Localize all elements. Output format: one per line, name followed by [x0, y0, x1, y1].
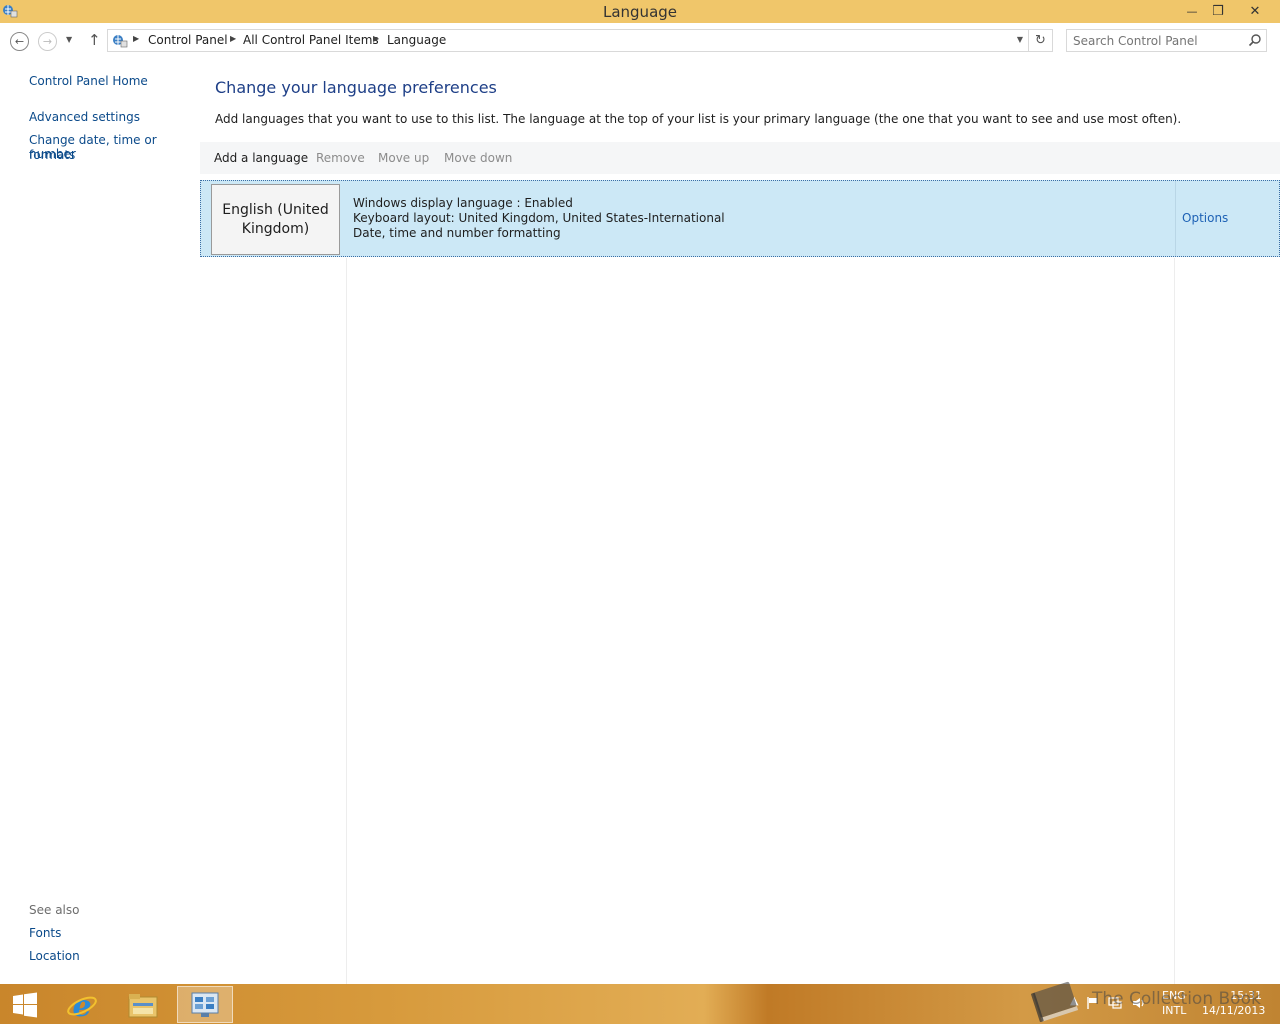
arrow-left-icon: ←	[14, 35, 25, 48]
file-explorer-button[interactable]	[117, 986, 169, 1023]
windows-logo-icon	[13, 992, 37, 1017]
search-icon[interactable]	[1248, 33, 1262, 47]
move-up-button[interactable]: Move up	[378, 151, 429, 165]
change-date-time-link-line2[interactable]: formats	[29, 148, 75, 162]
chevron-down-icon: ▼	[66, 35, 73, 44]
chevron-right-icon[interactable]: ▶	[373, 34, 379, 43]
language-list-item[interactable]: English (United Kingdom) Windows display…	[200, 180, 1280, 257]
input-language-indicator[interactable]: ENG INTL	[1162, 988, 1186, 1018]
formatting-info: Date, time and number formatting	[353, 226, 561, 240]
keyboard-layout-code: INTL	[1162, 1004, 1187, 1017]
refresh-button[interactable]: ↻	[1029, 29, 1053, 52]
control-panel-taskbar-button[interactable]	[177, 986, 233, 1023]
page-description: Add languages that you want to use to th…	[215, 112, 1182, 126]
move-down-button[interactable]: Move down	[444, 151, 512, 165]
recent-locations-button[interactable]: ▼	[66, 35, 72, 44]
language-details: Windows display language : Enabled Keybo…	[353, 196, 725, 241]
chevron-right-icon: ▶	[133, 34, 140, 43]
minimize-button[interactable]: —	[1178, 0, 1206, 22]
clock[interactable]: 15:31 14/11/2013	[1202, 988, 1266, 1018]
maximize-button[interactable]: ❒	[1204, 0, 1232, 22]
main-content: Change your language preferences Add lan…	[200, 58, 1280, 984]
volume-icon[interactable]	[1132, 996, 1146, 1010]
show-hidden-icons-button[interactable]: ▲	[1070, 994, 1084, 1008]
up-button[interactable]: ↑	[88, 31, 101, 49]
internet-explorer-icon: e	[67, 989, 97, 1021]
control-panel-icon	[191, 992, 219, 1017]
language-toolbar: Add a language Remove Move up Move down	[200, 142, 1280, 174]
keyboard-layout-info: Keyboard layout: United Kingdom, United …	[353, 211, 725, 225]
title-bar: Language — ❒ ✕	[0, 0, 1280, 23]
forward-button[interactable]: →	[38, 32, 57, 51]
restore-icon: ❒	[1212, 3, 1224, 19]
arrow-right-icon: →	[42, 35, 53, 48]
address-dropdown-button[interactable]: ▼	[1017, 35, 1023, 44]
svg-text:e: e	[72, 989, 91, 1021]
address-bar[interactable]: ▶ Control Panel ▶ All Control Panel Item…	[107, 29, 1029, 52]
action-center-flag-icon[interactable]	[1086, 996, 1100, 1010]
refresh-icon: ↻	[1035, 33, 1046, 48]
back-button[interactable]: ←	[10, 32, 29, 51]
window-title: Language	[602, 3, 678, 21]
fonts-link[interactable]: Fonts	[29, 926, 61, 940]
search-input[interactable]	[1073, 32, 1243, 49]
breadcrumb-language[interactable]: Language	[387, 33, 446, 47]
advanced-settings-link[interactable]: Advanced settings	[29, 110, 140, 124]
breadcrumb-control-panel[interactable]: Control Panel	[148, 33, 228, 47]
column-divider	[1174, 258, 1175, 984]
control-panel-home-link[interactable]: Control Panel Home	[29, 74, 148, 88]
language-tile[interactable]: English (United Kingdom)	[211, 184, 340, 255]
remove-button[interactable]: Remove	[316, 151, 365, 165]
arrow-up-icon: ↑	[88, 31, 101, 49]
language-name: English (United	[222, 201, 329, 218]
search-box[interactable]	[1066, 29, 1267, 52]
language-name-line2: Kingdom)	[241, 220, 310, 237]
page-title: Change your language preferences	[215, 78, 497, 97]
close-icon: ✕	[1249, 3, 1261, 19]
display-language-status: Windows display language : Enabled	[353, 196, 573, 210]
taskbar: e ▲ ENG INTL 15:31 14/11/2013	[0, 984, 1280, 1024]
location-link[interactable]: Location	[29, 949, 80, 963]
column-divider	[346, 258, 347, 984]
see-also-heading: See also	[29, 903, 80, 917]
options-link[interactable]: Options	[1182, 211, 1228, 225]
minimize-icon: —	[1186, 4, 1198, 18]
input-language: ENG	[1162, 989, 1186, 1002]
clock-time: 15:31	[1230, 989, 1262, 1002]
clock-date: 14/11/2013	[1202, 1004, 1266, 1017]
control-panel-icon	[113, 35, 128, 48]
options-divider	[1175, 181, 1176, 256]
left-pane: Control Panel Home Advanced settings Cha…	[0, 58, 200, 984]
chevron-down-icon: ▼	[1016, 35, 1023, 44]
start-button[interactable]	[0, 986, 50, 1023]
network-icon[interactable]	[1108, 996, 1122, 1010]
folder-icon	[128, 993, 158, 1017]
chevron-right-icon[interactable]: ▶	[230, 34, 236, 43]
internet-explorer-button[interactable]: e	[56, 986, 108, 1023]
navigation-bar: ← → ▼ ↑ ▶ Control Panel ▶ All Control Pa…	[0, 23, 1280, 58]
close-button[interactable]: ✕	[1240, 0, 1270, 22]
breadcrumb-all-items[interactable]: All Control Panel Items	[243, 33, 379, 47]
add-language-button[interactable]: Add a language	[214, 151, 308, 165]
system-tray: ▲ ENG INTL 15:31 14/11/2013	[1070, 984, 1280, 1024]
